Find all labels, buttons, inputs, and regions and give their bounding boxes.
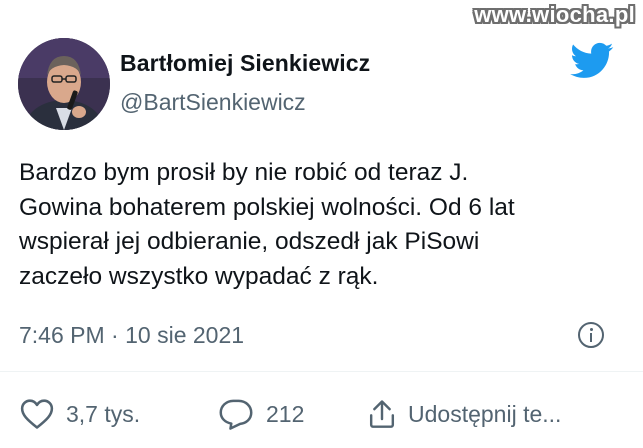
divider (0, 371, 643, 372)
heart-icon (20, 399, 54, 429)
tweet-timestamp[interactable]: 7:46 PM · 10 sie 2021 (19, 322, 244, 349)
tweet-text: Bardzo bym prosił by nie robić od teraz … (19, 156, 619, 294)
tweet-card: www.wiocha.pl Bartłomiej Sienkiewicz @Ba… (0, 0, 643, 448)
share-label: Udostępnij te... (408, 400, 562, 427)
share-button[interactable]: Udostępnij te... (368, 397, 561, 431)
info-icon[interactable] (578, 322, 604, 348)
tweet-date: 10 sie 2021 (125, 322, 245, 348)
author-name[interactable]: Bartłomiej Sienkiewicz (120, 50, 370, 77)
reply-bubble-icon (219, 399, 253, 430)
watermark: www.wiocha.pl (474, 2, 635, 27)
reply-count: 212 (266, 400, 305, 427)
tweet-time: 7:46 PM (19, 322, 105, 348)
meta-separator: · (111, 322, 119, 348)
share-icon (369, 400, 395, 428)
like-count: 3,7 tys. (66, 400, 141, 427)
tweet-line: wspierał jej odbieranie, odszedł jak PiS… (19, 228, 480, 255)
like-button[interactable]: 3,7 tys. (20, 397, 140, 431)
avatar[interactable] (18, 38, 110, 130)
avatar-photo (18, 38, 110, 130)
tweet-line: zaczeło wszystko wypadać z rąk. (19, 262, 379, 290)
tweet-line: Bardzo bym prosił by nie robić od teraz … (19, 159, 469, 186)
reply-button[interactable]: 212 (218, 397, 304, 431)
tweet-line: Gowina bohaterem polskiej wolności. Od 6… (19, 193, 515, 221)
twitter-bird-icon[interactable] (570, 42, 614, 80)
author-handle[interactable]: @BartSienkiewicz (120, 89, 306, 116)
